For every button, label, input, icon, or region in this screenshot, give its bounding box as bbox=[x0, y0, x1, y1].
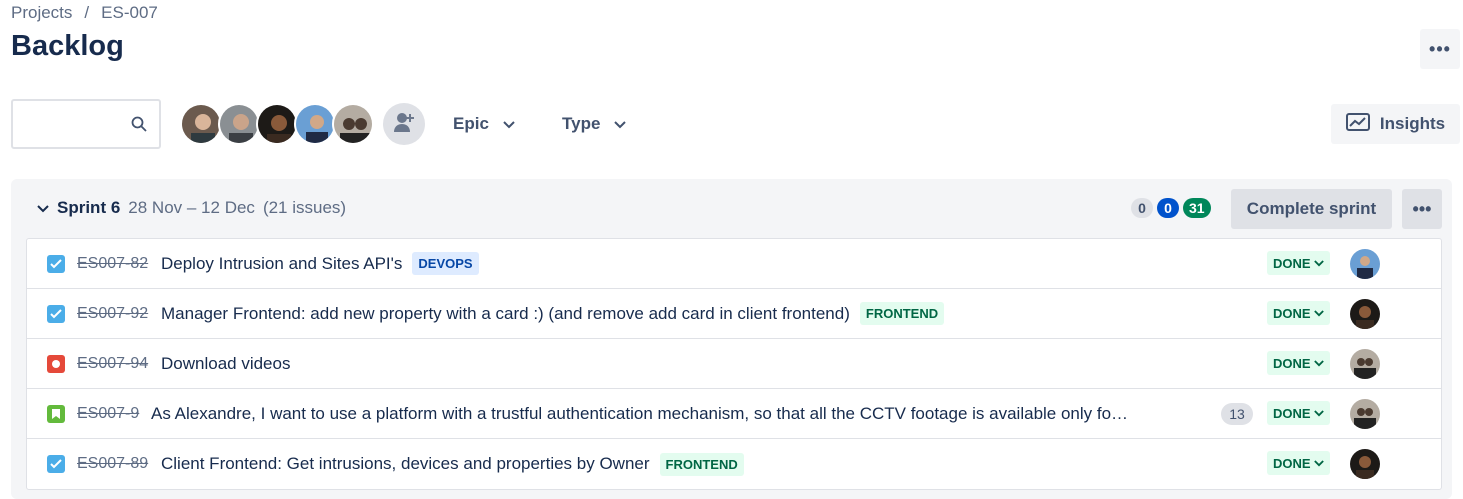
avatar[interactable] bbox=[256, 103, 298, 145]
issue-row[interactable]: ES007-92 Manager Frontend: add new prope… bbox=[27, 289, 1441, 339]
sprint-more-button[interactable]: ••• bbox=[1402, 189, 1442, 229]
issue-row[interactable]: ES007-89 Client Frontend: Get intrusions… bbox=[27, 439, 1441, 489]
status-label: DONE bbox=[1273, 405, 1311, 421]
search-input[interactable] bbox=[11, 99, 161, 149]
complete-sprint-button[interactable]: Complete sprint bbox=[1231, 189, 1392, 229]
task-icon bbox=[47, 255, 65, 273]
avatar[interactable] bbox=[218, 103, 260, 145]
chevron-down-icon bbox=[1313, 459, 1324, 466]
breadcrumb-project[interactable]: ES-007 bbox=[101, 3, 158, 23]
avatar[interactable] bbox=[180, 103, 222, 145]
epic-label: DEVOPS bbox=[412, 252, 479, 275]
issue-row[interactable]: ES007-94 Download videos DONE bbox=[27, 339, 1441, 389]
sprint-issue-count: (21 issues) bbox=[262, 198, 347, 217]
status-dropdown[interactable]: DONE bbox=[1267, 301, 1330, 325]
chevron-down-icon bbox=[1313, 259, 1324, 266]
chevron-down-icon[interactable] bbox=[37, 198, 49, 218]
issue-summary-wrap: Manager Frontend: add new property with … bbox=[161, 302, 945, 325]
issue-summary: Deploy Intrusion and Sites API's bbox=[161, 253, 403, 273]
chevron-down-icon bbox=[503, 114, 515, 134]
issue-key[interactable]: ES007-89 bbox=[77, 455, 148, 473]
todo-count-badge: 0 bbox=[1131, 198, 1153, 218]
assignee-avatar[interactable] bbox=[1350, 249, 1380, 279]
sprint-status-counts: 0 0 31 bbox=[1131, 198, 1211, 218]
issue-summary-wrap: Deploy Intrusion and Sites API's DEVOPS bbox=[161, 252, 479, 275]
in-progress-count-badge: 0 bbox=[1157, 198, 1179, 218]
issue-summary-wrap: Download videos bbox=[161, 354, 290, 374]
story-points-badge[interactable]: 13 bbox=[1221, 403, 1253, 425]
issue-key[interactable]: ES007-92 bbox=[77, 305, 148, 323]
breadcrumb-separator: / bbox=[84, 3, 90, 22]
story-icon bbox=[47, 405, 65, 423]
more-actions-button[interactable]: ••• bbox=[1420, 29, 1460, 69]
issue-key[interactable]: ES007-94 bbox=[77, 355, 148, 373]
page-title: Backlog bbox=[11, 30, 124, 62]
chevron-down-icon bbox=[614, 114, 627, 134]
assignee-avatar[interactable] bbox=[1350, 299, 1380, 329]
issue-key[interactable]: ES007-82 bbox=[77, 255, 148, 273]
type-filter[interactable]: Type bbox=[562, 110, 627, 138]
avatar[interactable] bbox=[294, 103, 336, 145]
insights-button[interactable]: Insights bbox=[1331, 104, 1460, 144]
sprint-dates: 28 Nov – 12 Dec bbox=[128, 198, 255, 217]
assignee-avatar[interactable] bbox=[1350, 449, 1380, 479]
issue-key[interactable]: ES007-9 bbox=[77, 405, 139, 423]
status-dropdown[interactable]: DONE bbox=[1267, 401, 1330, 425]
issue-summary: Download videos bbox=[161, 353, 291, 373]
sprint-header[interactable]: Sprint 6 28 Nov – 12 Dec (21 issues) bbox=[37, 198, 346, 218]
insights-label: Insights bbox=[1379, 114, 1446, 133]
status-dropdown[interactable]: DONE bbox=[1267, 251, 1330, 275]
assignee-avatar[interactable] bbox=[1350, 349, 1380, 379]
assignee-avatar[interactable] bbox=[1350, 399, 1380, 429]
avatar[interactable] bbox=[332, 103, 374, 145]
epic-label: FRONTEND bbox=[659, 452, 744, 476]
task-icon bbox=[47, 305, 65, 323]
status-label: DONE bbox=[1273, 455, 1311, 471]
bug-icon bbox=[47, 355, 65, 373]
status-label: DONE bbox=[1273, 255, 1311, 271]
issue-summary: Client Frontend: Get intrusions, devices… bbox=[161, 454, 650, 473]
breadcrumb-projects[interactable]: Projects bbox=[11, 3, 72, 23]
sprint-name: Sprint 6 bbox=[57, 198, 121, 217]
more-icon: ••• bbox=[1412, 198, 1432, 219]
status-dropdown[interactable]: DONE bbox=[1267, 351, 1330, 375]
add-user-icon bbox=[392, 110, 416, 139]
add-people-button[interactable] bbox=[383, 103, 425, 145]
done-count-badge: 31 bbox=[1183, 198, 1211, 218]
issue-summary-wrap: As Alexandre, I want to use a platform w… bbox=[151, 404, 1128, 424]
issue-row[interactable]: ES007-9 As Alexandre, I want to use a pl… bbox=[27, 389, 1441, 439]
status-dropdown[interactable]: DONE bbox=[1267, 451, 1330, 475]
epic-label: FRONTEND bbox=[859, 302, 945, 325]
search-icon bbox=[131, 116, 147, 137]
breadcrumb: Projects / ES-007 bbox=[11, 3, 158, 23]
chart-trend-icon bbox=[1345, 112, 1370, 136]
issue-row[interactable]: ES007-82 Deploy Intrusion and Sites API'… bbox=[27, 239, 1441, 289]
type-filter-label: Type bbox=[562, 114, 601, 133]
task-icon bbox=[47, 455, 65, 473]
status-label: DONE bbox=[1273, 305, 1311, 321]
issue-summary-wrap: Client Frontend: Get intrusions, devices… bbox=[161, 452, 744, 476]
chevron-down-icon bbox=[1313, 359, 1324, 366]
assignee-avatar-group bbox=[180, 103, 374, 145]
epic-filter[interactable]: Epic bbox=[453, 110, 515, 138]
chevron-down-icon bbox=[1313, 409, 1324, 416]
issue-summary: As Alexandre, I want to use a platform w… bbox=[151, 403, 1129, 423]
status-label: DONE bbox=[1273, 355, 1311, 371]
issue-list: ES007-82 Deploy Intrusion and Sites API'… bbox=[26, 238, 1442, 490]
chevron-down-icon bbox=[1313, 309, 1324, 316]
epic-filter-label: Epic bbox=[453, 114, 489, 133]
more-icon: ••• bbox=[1429, 38, 1451, 59]
issue-summary: Manager Frontend: add new property with … bbox=[161, 303, 850, 323]
